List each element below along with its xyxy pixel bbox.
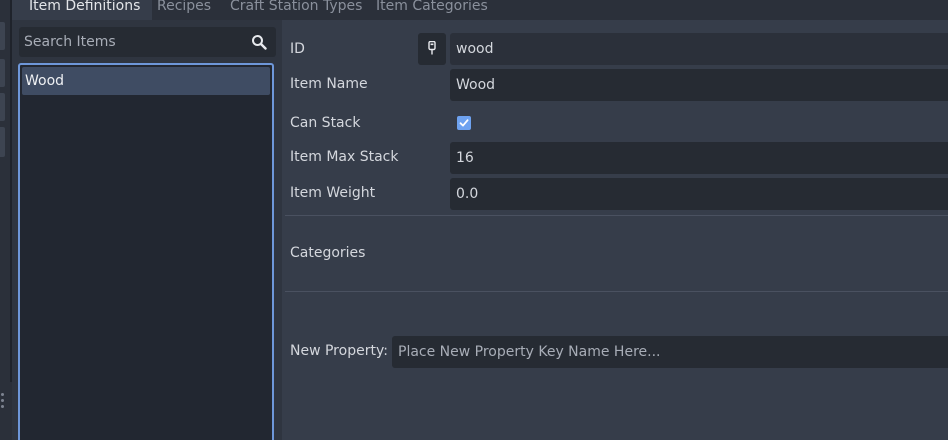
search-box bbox=[19, 27, 276, 57]
item-max-stack-input[interactable] bbox=[450, 142, 948, 174]
dock-tab[interactable] bbox=[0, 93, 5, 121]
categories-label: Categories bbox=[290, 245, 366, 261]
dock-tab[interactable] bbox=[0, 127, 5, 157]
dock-tab[interactable] bbox=[0, 22, 5, 50]
item-name-label: Item Name bbox=[290, 76, 368, 92]
dock-tab[interactable] bbox=[0, 59, 5, 87]
pin-button[interactable] bbox=[418, 33, 446, 65]
search-icon[interactable] bbox=[251, 34, 267, 50]
item-list-panel: Wood bbox=[12, 20, 282, 440]
item-max-stack-label: Item Max Stack bbox=[290, 149, 399, 165]
item-list[interactable]: Wood bbox=[18, 63, 274, 440]
item-weight-label: Item Weight bbox=[290, 185, 376, 201]
item-definition-form: ID Item Name Can Stack Item Max Stack It… bbox=[282, 20, 948, 440]
can-stack-label: Can Stack bbox=[290, 115, 361, 131]
new-property-label: New Property: bbox=[290, 343, 388, 359]
tab-craft-station-types[interactable]: Craft Station Types bbox=[230, 0, 362, 20]
item-weight-field[interactable] bbox=[450, 178, 948, 210]
inventory-editor-window: Item Definitions Recipes Craft Station T… bbox=[0, 0, 948, 440]
pin-icon bbox=[428, 41, 436, 55]
tab-recipes[interactable]: Recipes bbox=[157, 0, 211, 20]
tab-item-categories[interactable]: Item Categories bbox=[376, 0, 488, 20]
left-dock-strip bbox=[0, 0, 12, 440]
item-name-input[interactable] bbox=[450, 69, 948, 101]
checkmark-icon bbox=[459, 119, 469, 127]
tab-bar: Item Definitions Recipes Craft Station T… bbox=[12, 0, 948, 20]
search-input[interactable] bbox=[24, 27, 244, 57]
item-max-stack-field[interactable] bbox=[450, 142, 948, 174]
can-stack-checkbox[interactable] bbox=[457, 116, 471, 130]
drag-grip-icon[interactable] bbox=[0, 393, 6, 411]
list-item[interactable]: Wood bbox=[22, 67, 270, 95]
tab-item-definitions[interactable]: Item Definitions bbox=[12, 0, 153, 20]
divider bbox=[285, 291, 948, 292]
new-property-field[interactable] bbox=[392, 336, 948, 368]
new-property-input[interactable] bbox=[392, 336, 948, 368]
id-input bbox=[450, 33, 948, 65]
item-weight-input[interactable] bbox=[450, 178, 948, 210]
id-field bbox=[450, 33, 948, 65]
item-name-field[interactable] bbox=[450, 69, 948, 101]
id-label: ID bbox=[290, 41, 305, 57]
divider bbox=[285, 215, 948, 216]
